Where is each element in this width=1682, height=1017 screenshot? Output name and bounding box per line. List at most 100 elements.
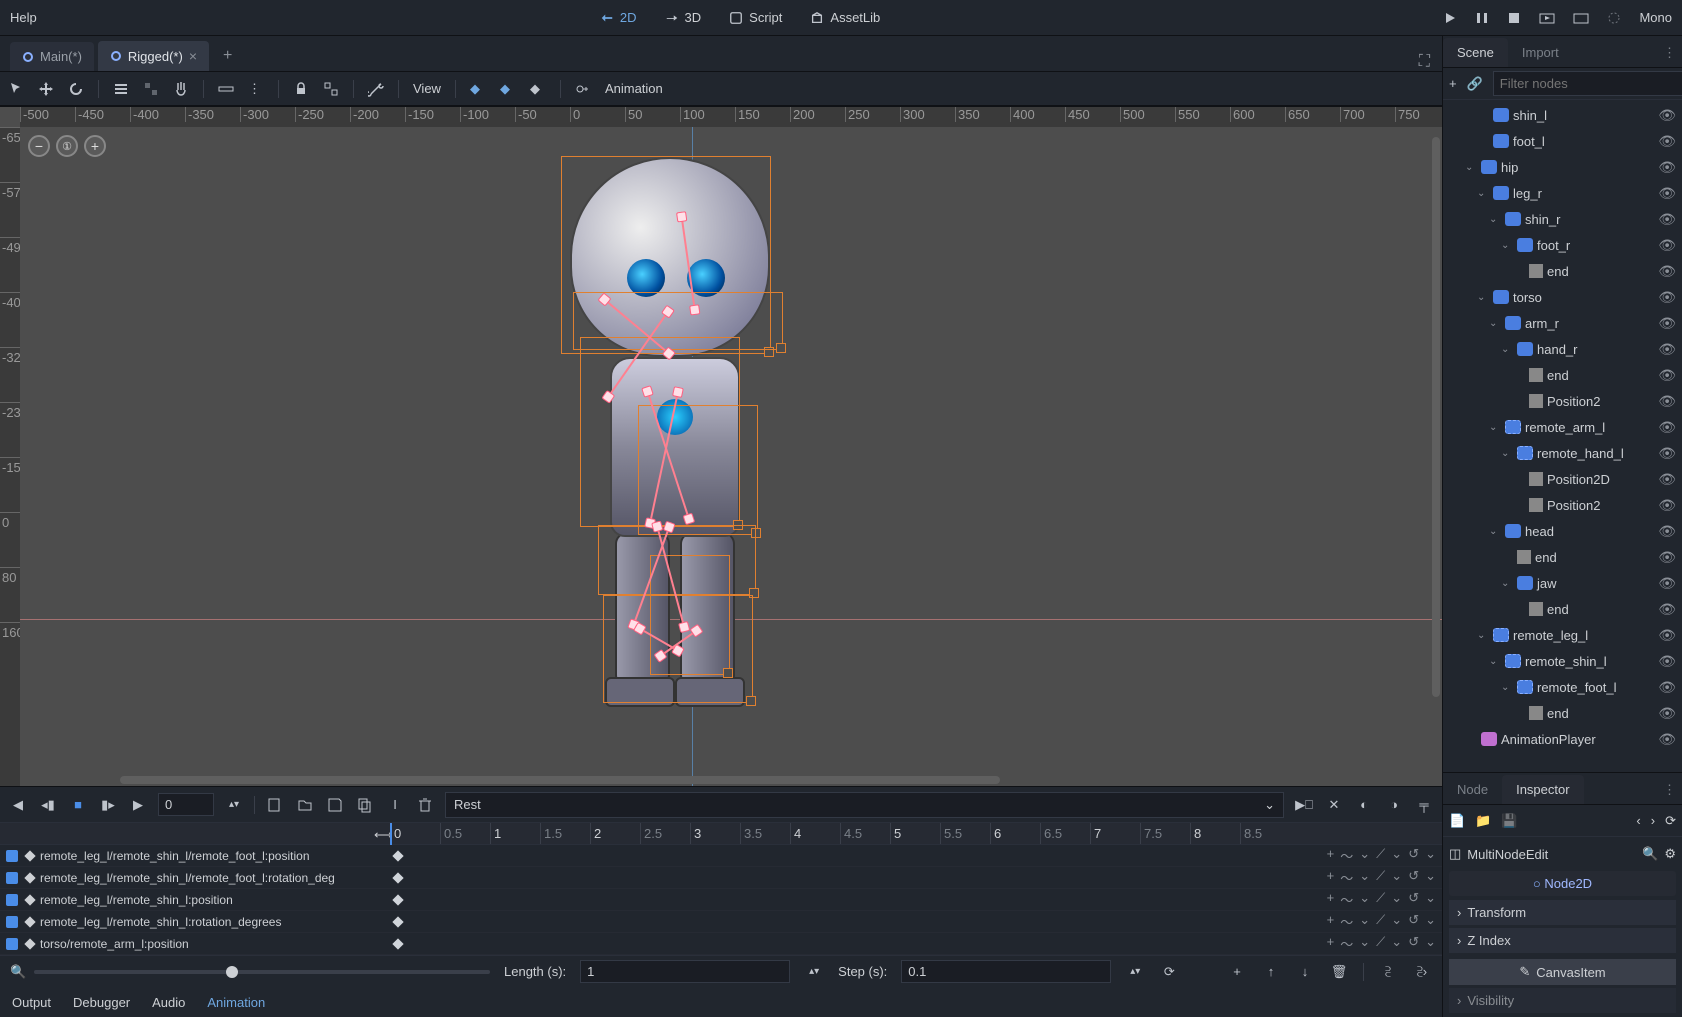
track-loop-icon[interactable]: ↺ <box>1408 890 1419 909</box>
build-icon[interactable] <box>1607 11 1621 25</box>
track-enable-check[interactable] <box>6 938 18 950</box>
track-loop-icon[interactable]: ↺ <box>1408 912 1419 931</box>
tab-output[interactable]: Output <box>12 995 51 1010</box>
track-add-key-icon[interactable]: + <box>1327 934 1335 953</box>
tree-node[interactable]: ⌄ leg_r 👁 <box>1443 180 1682 206</box>
obj-search-icon[interactable]: 🔍 <box>1642 846 1658 862</box>
gizmo-arm[interactable] <box>638 405 758 535</box>
visibility-icon[interactable]: 👁 <box>1658 497 1676 514</box>
key-insert-icon[interactable] <box>575 81 591 97</box>
visibility-icon[interactable]: 👁 <box>1658 185 1676 202</box>
add-node-icon[interactable]: + <box>1449 76 1457 91</box>
ruler-tool-icon[interactable] <box>218 81 234 97</box>
tree-node[interactable]: ⌄ torso 👁 <box>1443 284 1682 310</box>
zoom-out-icon[interactable]: − <box>28 135 50 157</box>
keyframe[interactable] <box>392 872 403 883</box>
filter-nodes-input[interactable] <box>1493 71 1682 96</box>
anim-stop-icon[interactable]: ■ <box>68 795 88 815</box>
anim-save-icon[interactable] <box>325 795 345 815</box>
track-interp-chevron[interactable]: ⌄ <box>1359 846 1370 865</box>
tab-scene[interactable]: Scene <box>1443 38 1508 67</box>
timeline-zoom[interactable]: 🔍 <box>10 964 490 980</box>
track-loop-chevron[interactable]: ⌄ <box>1425 934 1436 953</box>
zoom-out-small-icon[interactable]: 🔍 <box>10 964 26 980</box>
track-wrap-icon[interactable]: ⟋ <box>1376 912 1385 931</box>
link-icon[interactable]: 🔗 <box>1467 76 1483 92</box>
tree-node[interactable]: ⌄ shin_r 👁 <box>1443 206 1682 232</box>
select-tool-icon[interactable] <box>8 81 24 97</box>
track-loop-icon[interactable]: ↺ <box>1408 868 1419 887</box>
step-spin-icon[interactable]: ▴▾ <box>1125 962 1145 982</box>
anim-new-icon[interactable] <box>265 795 285 815</box>
mode-script[interactable]: Script <box>729 10 782 25</box>
track-add-key-icon[interactable]: + <box>1327 912 1335 931</box>
track-up-icon[interactable]: ↑ <box>1261 962 1281 982</box>
tree-node[interactable]: ⌄ jaw 👁 <box>1443 570 1682 596</box>
tree-toggle-icon[interactable]: ⌄ <box>1477 292 1489 303</box>
tree-node[interactable]: ⌄ remote_foot_l 👁 <box>1443 674 1682 700</box>
track-wrap-icon[interactable]: ⟋ <box>1376 934 1385 953</box>
track-row[interactable]: remote_leg_l/remote_shin_l/remote_foot_l… <box>0 845 1442 867</box>
track-wrap-chevron[interactable]: ⌄ <box>1391 912 1402 931</box>
track-interp-icon[interactable]: 〜 <box>1340 890 1353 909</box>
track-enable-check[interactable] <box>6 894 18 906</box>
track-row[interactable]: remote_leg_l/remote_shin_l:position + 〜 … <box>0 889 1442 911</box>
tab-audio[interactable]: Audio <box>152 995 185 1010</box>
tree-node[interactable]: end 👁 <box>1443 700 1682 726</box>
autoplay-icon[interactable]: ▶⎕ <box>1294 795 1314 815</box>
visibility-icon[interactable]: 👁 <box>1658 679 1676 696</box>
anim-play-icon[interactable]: ▶ <box>128 795 148 815</box>
distraction-free-icon[interactable]: ⛶ <box>1419 53 1430 71</box>
track-interp-icon[interactable]: 〜 <box>1340 846 1353 865</box>
mode-3d[interactable]: 3D <box>665 10 702 25</box>
resource-save-icon[interactable]: 💾 <box>1501 813 1517 829</box>
tree-toggle-icon[interactable]: ⌄ <box>1501 682 1513 693</box>
track-enable-check[interactable] <box>6 916 18 928</box>
onion-options-icon[interactable]: ◐ <box>1354 795 1374 815</box>
anim-next-icon[interactable]: ▮▸ <box>98 795 118 815</box>
anim-rename-icon[interactable]: I <box>385 795 405 815</box>
visibility-icon[interactable]: 👁 <box>1658 107 1676 124</box>
section-transform[interactable]: ›Transform <box>1449 900 1676 925</box>
tree-toggle-icon[interactable]: ⌄ <box>1477 188 1489 199</box>
section-visibility[interactable]: ›Visibility <box>1449 988 1676 1013</box>
visibility-icon[interactable]: 👁 <box>1658 393 1676 410</box>
tree-toggle-icon[interactable]: ⌄ <box>1501 240 1513 251</box>
track-interp-icon[interactable]: 〜 <box>1340 868 1353 887</box>
track-loop-chevron[interactable]: ⌄ <box>1425 912 1436 931</box>
visibility-icon[interactable]: 👁 <box>1658 445 1676 462</box>
anim-prev-icon[interactable]: ◂▮ <box>38 795 58 815</box>
track-loop-chevron[interactable]: ⌄ <box>1425 890 1436 909</box>
tree-toggle-icon[interactable]: ⌄ <box>1501 344 1513 355</box>
tree-node[interactable]: ⌄ arm_r 👁 <box>1443 310 1682 336</box>
zoom-in-icon[interactable]: + <box>84 135 106 157</box>
track-interp-icon[interactable]: 〜 <box>1340 912 1353 931</box>
track-loop-chevron[interactable]: ⌄ <box>1425 868 1436 887</box>
play-scene-icon[interactable] <box>1539 11 1555 25</box>
anim-load-icon[interactable] <box>295 795 315 815</box>
step-input[interactable] <box>901 960 1111 983</box>
tree-node[interactable]: ⌄ hand_r 👁 <box>1443 336 1682 362</box>
visibility-icon[interactable]: 👁 <box>1658 549 1676 566</box>
viewport-scroll-v[interactable] <box>1432 137 1440 697</box>
time-input[interactable] <box>158 793 214 816</box>
tree-node[interactable]: ⌄ foot_r 👁 <box>1443 232 1682 258</box>
tree-toggle-icon[interactable]: ⌄ <box>1501 448 1513 459</box>
visibility-icon[interactable]: 👁 <box>1658 601 1676 618</box>
tab-import[interactable]: Import <box>1508 38 1573 67</box>
keyframe[interactable] <box>392 916 403 927</box>
tab-inspector[interactable]: Inspector <box>1502 775 1583 804</box>
tree-node[interactable]: ⌄ remote_shin_l 👁 <box>1443 648 1682 674</box>
anim-delete-icon[interactable] <box>415 795 435 815</box>
add-tab-icon[interactable]: + <box>213 41 242 71</box>
mode-assetlib[interactable]: AssetLib <box>810 10 880 25</box>
tree-node[interactable]: Position2 👁 <box>1443 492 1682 518</box>
history-icon[interactable]: ⟳ <box>1665 813 1676 829</box>
animation-selector[interactable]: Rest⌄ <box>445 792 1284 818</box>
tree-node[interactable]: end 👁 <box>1443 258 1682 284</box>
track-wrap-chevron[interactable]: ⌄ <box>1391 846 1402 865</box>
visibility-icon[interactable]: 👁 <box>1658 263 1676 280</box>
track-wrap-chevron[interactable]: ⌄ <box>1391 868 1402 887</box>
zoom-reset-icon[interactable]: ① <box>56 135 78 157</box>
play-custom-scene-icon[interactable] <box>1573 11 1589 25</box>
